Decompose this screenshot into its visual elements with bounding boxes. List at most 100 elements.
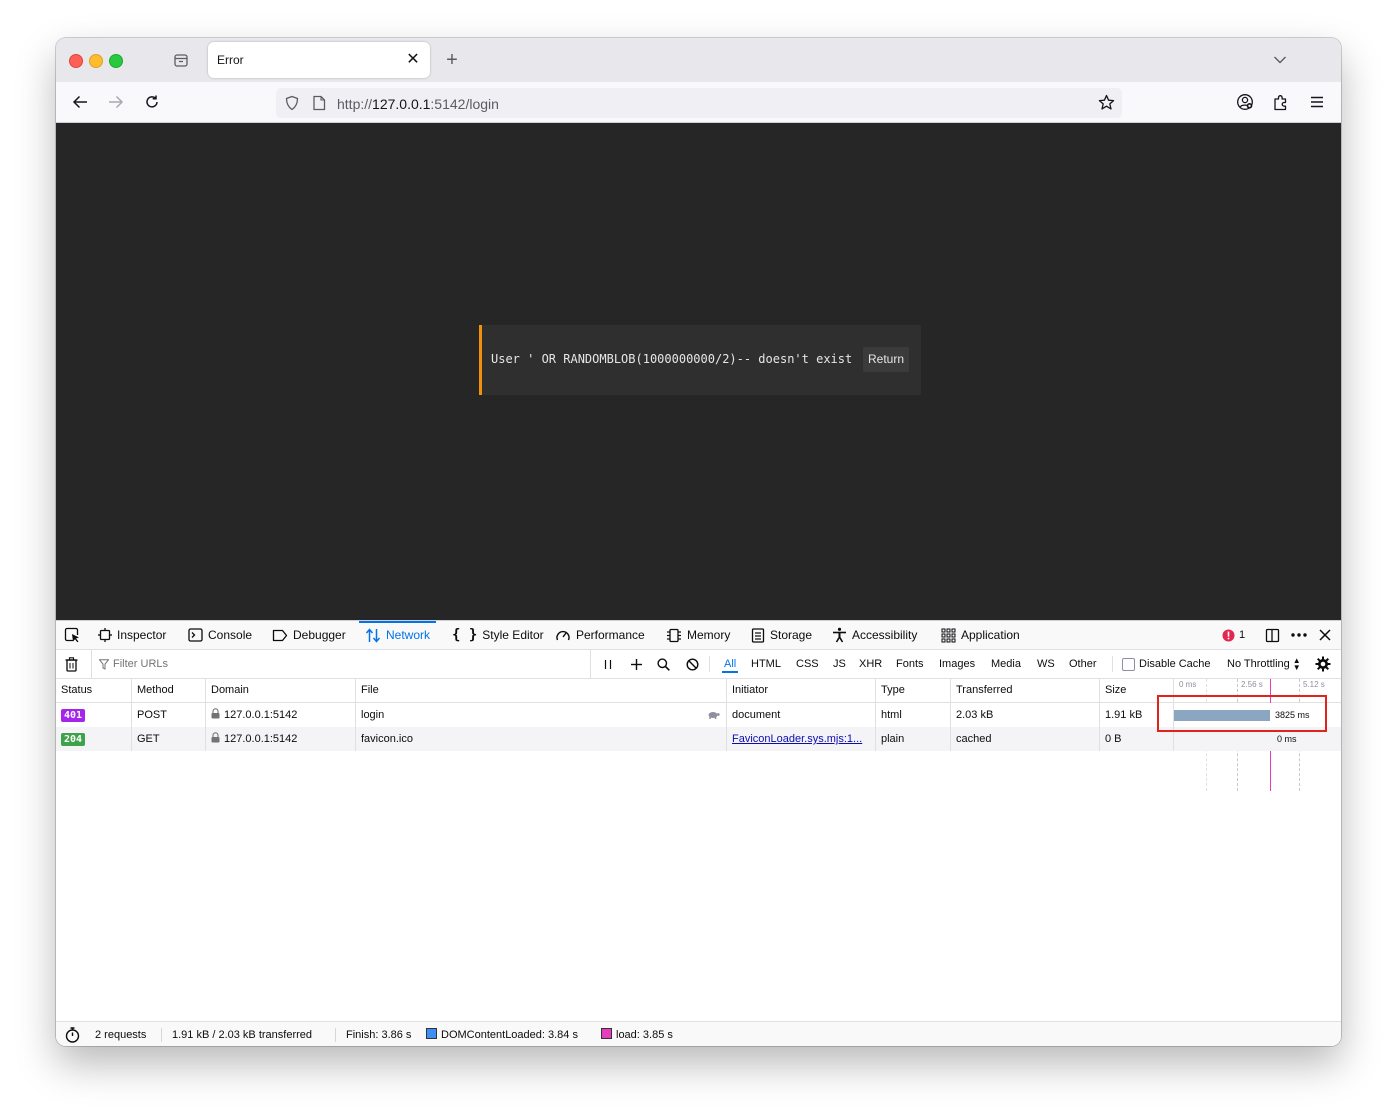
zoom-window-button[interactable]	[109, 54, 123, 68]
requests-table-header: Status Method Domain File Initiator Type…	[56, 679, 1341, 703]
tab-memory[interactable]: Memory	[666, 621, 730, 649]
add-request-plus-icon[interactable]	[630, 650, 643, 678]
column-method[interactable]: Method	[132, 679, 206, 702]
filter-type-images[interactable]: Images	[939, 650, 975, 678]
transferred-cell: cached	[951, 727, 1100, 751]
close-devtools-icon[interactable]	[1319, 621, 1331, 649]
url-bar[interactable]: http://127.0.0.1:5142/login	[276, 88, 1122, 118]
return-button[interactable]: Return	[863, 347, 910, 372]
column-type[interactable]: Type	[876, 679, 951, 702]
finish-time: Finish: 3.86 s	[346, 1029, 412, 1041]
domain-cell: 127.0.0.1:5142	[206, 703, 356, 727]
close-window-button[interactable]	[69, 54, 83, 68]
status-divider	[335, 1028, 336, 1042]
page-info-icon[interactable]	[312, 95, 326, 111]
devtools-panel: Inspector Console Debugger Network { } S…	[56, 620, 1341, 1046]
lock-icon	[211, 704, 220, 727]
error-count-indicator[interactable]: 1	[1222, 621, 1245, 649]
new-tab-button[interactable]: +	[442, 50, 462, 70]
table-row[interactable]: 204 GET 127.0.0.1:5142 favicon.ico Favic…	[56, 727, 1341, 751]
disable-cache-checkbox[interactable]: Disable Cache	[1122, 650, 1211, 678]
filter-type-other[interactable]: Other	[1069, 650, 1097, 678]
column-initiator[interactable]: Initiator	[727, 679, 876, 702]
search-icon[interactable]	[657, 650, 670, 678]
filter-type-html[interactable]: HTML	[751, 650, 781, 678]
load-label: load: 3.85 s	[616, 1029, 673, 1041]
transferred-cell: 2.03 kB	[951, 703, 1100, 727]
throttling-select[interactable]: No Throttling ▲ ▼	[1227, 650, 1301, 678]
column-status[interactable]: Status	[56, 679, 132, 702]
tab-network[interactable]: Network	[358, 621, 437, 649]
tab-application[interactable]: Application	[941, 621, 1020, 649]
minimize-window-button[interactable]	[89, 54, 103, 68]
status-badge: 401	[61, 708, 86, 722]
error-message: User ' OR RANDOMBLOB(1000000000/2)-- doe…	[491, 352, 853, 366]
pause-recording-icon[interactable]	[603, 650, 613, 678]
status-badge: 204	[61, 732, 86, 746]
filter-type-fonts[interactable]: Fonts	[896, 650, 924, 678]
reload-icon[interactable]	[141, 91, 163, 113]
bookmark-star-icon[interactable]	[1098, 94, 1115, 111]
error-count: 1	[1239, 629, 1246, 641]
extensions-icon[interactable]	[1270, 91, 1292, 113]
filter-type-media[interactable]: Media	[991, 650, 1021, 678]
tab-inspector[interactable]: Inspector	[98, 621, 166, 649]
forward-arrow-icon[interactable]	[105, 91, 127, 113]
error-message-box: User ' OR RANDOMBLOB(1000000000/2)-- doe…	[479, 325, 921, 395]
initiator-cell: document	[727, 703, 876, 727]
firefox-view-icon[interactable]	[170, 49, 192, 71]
block-requests-icon[interactable]	[686, 650, 699, 678]
tab-network-label: Network	[386, 628, 431, 642]
filter-urls-input[interactable]: Filter URLs	[91, 650, 591, 678]
clear-requests-trash-icon[interactable]	[65, 650, 78, 678]
tracking-protection-shield-icon[interactable]	[284, 95, 300, 111]
column-domain[interactable]: Domain	[206, 679, 356, 702]
back-arrow-icon[interactable]	[69, 91, 91, 113]
load-time: load: 3.85 s	[601, 1022, 673, 1046]
column-file[interactable]: File	[356, 679, 727, 702]
url-scheme: http://	[337, 96, 373, 112]
toolbar-divider	[1112, 656, 1113, 672]
url-path: :5142/login	[430, 96, 499, 112]
waterfall-tick-label: 0 ms	[1179, 680, 1197, 689]
tab-storage-label: Storage	[770, 628, 813, 642]
accessibility-person-icon	[832, 627, 847, 643]
type-cell: html	[876, 703, 951, 727]
column-transferred[interactable]: Transferred	[951, 679, 1100, 702]
tab-accessibility[interactable]: Accessibility	[832, 621, 917, 649]
filter-type-js[interactable]: JS	[833, 650, 846, 678]
menu-hamburger-icon[interactable]	[1306, 91, 1328, 113]
list-all-tabs-icon[interactable]	[1270, 50, 1290, 70]
tab-performance[interactable]: Performance	[555, 621, 645, 649]
filter-type-all[interactable]: All	[721, 650, 739, 678]
close-tab-icon[interactable]: ✕	[404, 51, 422, 69]
table-row[interactable]: 401 POST 127.0.0.1:5142 login document h…	[56, 703, 1341, 727]
account-icon[interactable]	[1234, 91, 1256, 113]
dock-toggle-icon[interactable]	[1265, 621, 1280, 649]
tab-console[interactable]: Console	[188, 621, 252, 649]
tab-memory-label: Memory	[687, 628, 731, 642]
network-settings-gear-icon[interactable]	[1315, 650, 1331, 678]
filter-type-xhr[interactable]: XHR	[859, 650, 882, 678]
tab-debugger[interactable]: Debugger	[272, 621, 346, 649]
file-text: login	[361, 709, 385, 721]
filter-funnel-icon	[99, 658, 109, 670]
browser-window: Error ✕ + http://127.0.0.1:5142/login Us…	[56, 38, 1341, 1046]
filter-type-css[interactable]: CSS	[796, 650, 819, 678]
tab-accessibility-label: Accessibility	[852, 628, 918, 642]
tab-application-label: Application	[961, 628, 1020, 642]
tab-style-editor[interactable]: { } Style Editor	[452, 621, 544, 649]
slow-request-turtle-icon	[707, 710, 720, 719]
element-picker-icon[interactable]	[64, 621, 80, 649]
debugger-icon	[272, 629, 288, 642]
tab-console-label: Console	[208, 628, 253, 642]
toolbar-divider	[709, 656, 710, 672]
throttling-value: No Throttling	[1227, 658, 1290, 670]
tab-title: Error	[217, 53, 244, 67]
tab-error[interactable]: Error ✕	[208, 42, 430, 78]
filter-type-ws[interactable]: WS	[1037, 650, 1055, 678]
initiator-link[interactable]: FaviconLoader.sys.mjs:1...	[727, 727, 876, 751]
stopwatch-icon[interactable]	[65, 1022, 80, 1046]
more-options-icon[interactable]	[1291, 621, 1307, 649]
tab-storage[interactable]: Storage	[751, 621, 812, 649]
